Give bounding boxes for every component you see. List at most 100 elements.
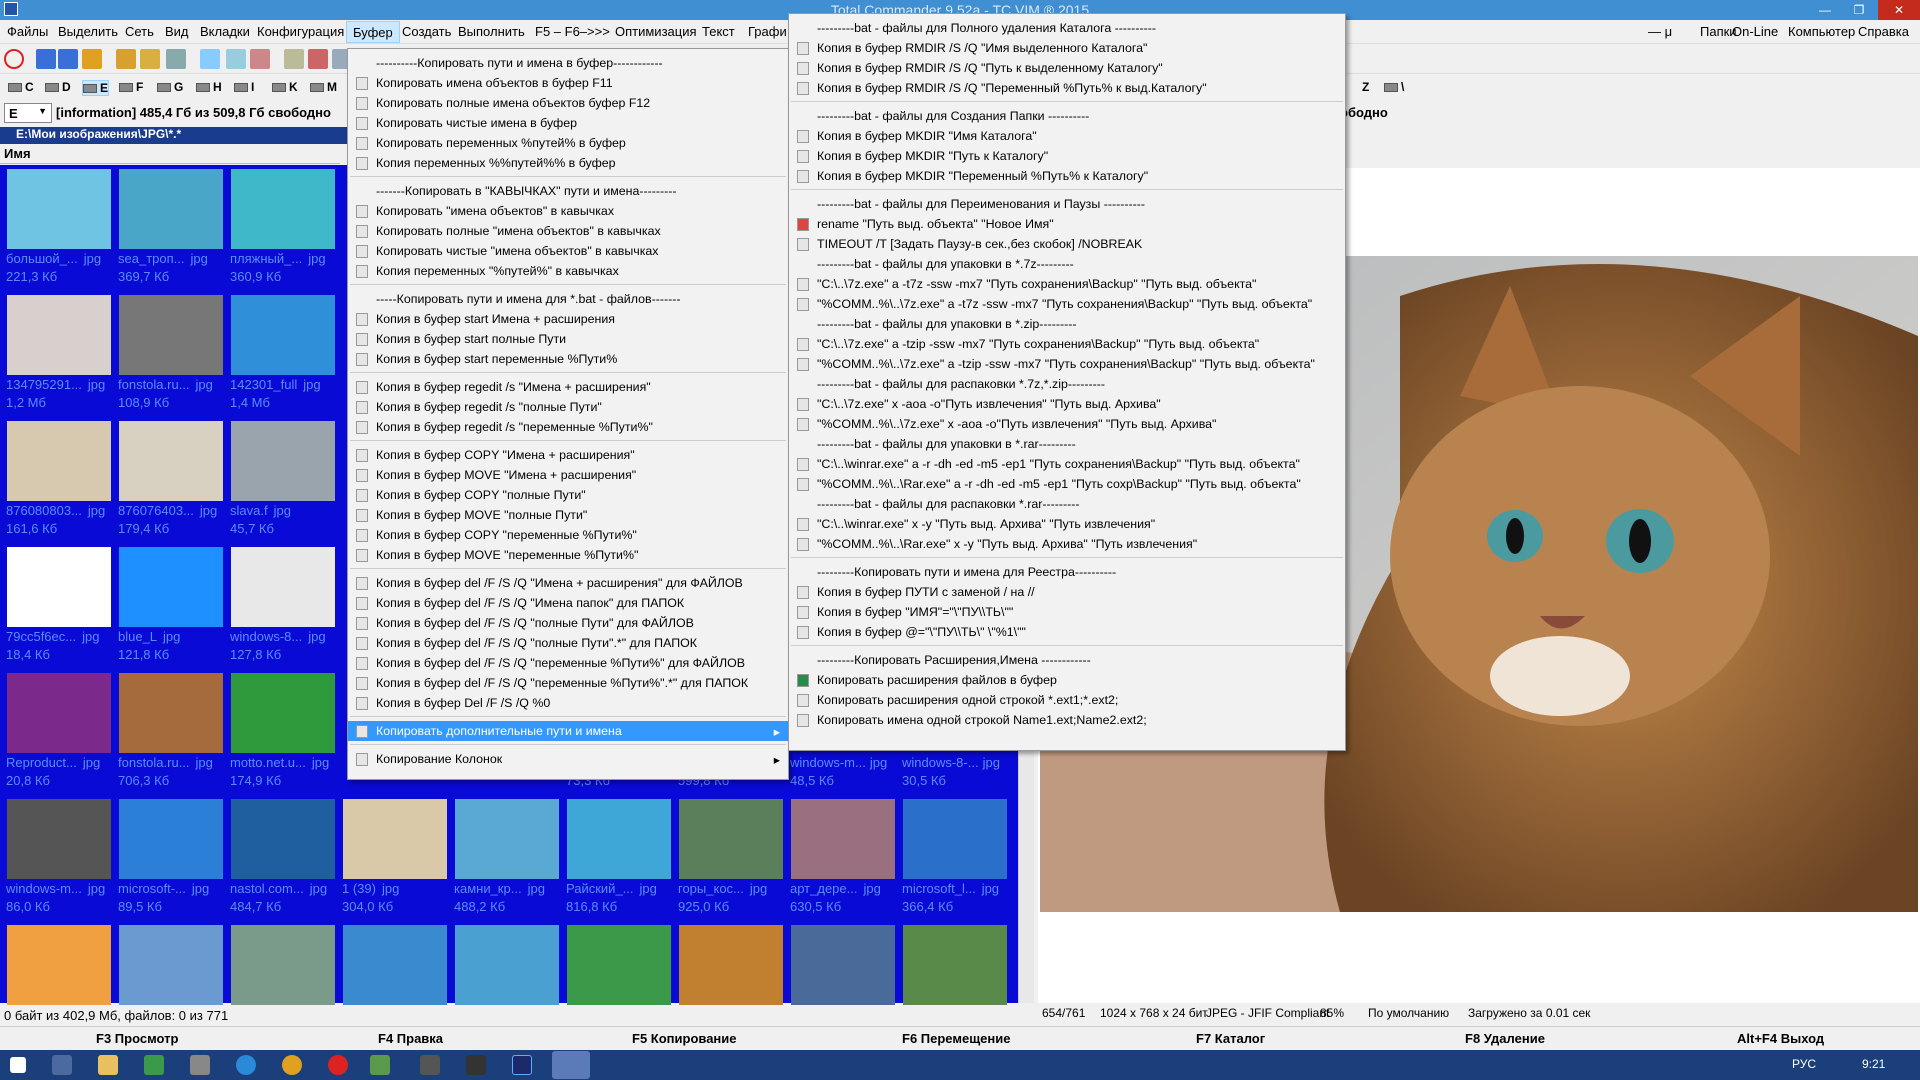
thumbnail-item[interactable]: microsoft-... jpg 89,5 Кб	[112, 795, 224, 915]
menu-item[interactable]: Копия в буфер del /F /S /Q "полные Пути"…	[348, 613, 788, 633]
drive-m[interactable]: M	[310, 80, 337, 94]
menu-graphics[interactable]: Графи	[748, 24, 787, 39]
drive-f[interactable]: F	[119, 80, 143, 94]
thumbnail-item[interactable]: 134795291... jpg 1,2 Мб	[0, 291, 112, 411]
menu-item[interactable]: rename "Путь выд. объекта" "Новое Имя"	[789, 214, 1345, 234]
menu-item[interactable]: Копия в буфер start переменные %Пути%	[348, 349, 788, 369]
menu-item[interactable]: "%COMM..%\..\7z.exe" a -t7z -ssw -mx7 "П…	[789, 294, 1345, 314]
menu-item[interactable]: "C:\..\7z.exe" x -aoa -o"Путь извлечения…	[789, 394, 1345, 414]
minimize-button[interactable]: —	[1808, 0, 1842, 20]
thumbnail-item[interactable]: sea_троп... jpg 369,7 Кб	[112, 165, 224, 285]
thumbnail-item[interactable]: microsoft_l... jpg 366,4 Кб	[896, 795, 1008, 915]
thumbnail-item[interactable]: windows-m... jpg 86,0 Кб	[0, 795, 112, 915]
excel-icon[interactable]	[144, 1055, 164, 1075]
menu-item[interactable]: Копировать расширения файлов в буфер	[789, 670, 1345, 690]
photoshop-icon[interactable]	[512, 1055, 532, 1075]
menu-item[interactable]: Копировать расширения одной строкой *.ex…	[789, 690, 1345, 710]
menu-item[interactable]: "C:\..\7z.exe" a -t7z -ssw -mx7 "Путь со…	[789, 274, 1345, 294]
menu-item[interactable]: Копировать чистые "имена объектов" в кав…	[348, 241, 788, 261]
menu-net[interactable]: Сеть	[125, 24, 154, 39]
drive-h[interactable]: H	[196, 80, 222, 94]
menu-item[interactable]: Копия в буфер RMDIR /S /Q "Путь к выделе…	[789, 58, 1345, 78]
forward-icon[interactable]	[58, 49, 78, 69]
menu-item[interactable]: Копия в буфер MOVE "полные Пути"	[348, 505, 788, 525]
menu-item[interactable]: Копия в буфер ПУТИ с заменой / на //	[789, 582, 1345, 602]
menu-files[interactable]: Файлы	[7, 24, 48, 39]
menu-item[interactable]: "C:\..\7z.exe" a -tzip -ssw -mx7 "Путь с…	[789, 334, 1345, 354]
thumbnail-item[interactable]: Reproduct... jpg 20,8 Кб	[0, 669, 112, 789]
menu-item[interactable]: "%COMM..%\..\7z.exe" x -aoa -o"Путь извл…	[789, 414, 1345, 434]
menu-item[interactable]: "%COMM..%\..\Rar.exe" a -r -dh -ed -m5 -…	[789, 474, 1345, 494]
drive-e[interactable]: E	[82, 80, 110, 96]
menu-item[interactable]: Копия в буфер COPY "переменные %Пути%"	[348, 525, 788, 545]
menu-item[interactable]: Копия в буфер "ИМЯ"="\"ПУ\\ТЬ\""	[789, 602, 1345, 622]
drive-d[interactable]: D	[45, 80, 71, 94]
menu-run[interactable]: Выполнить	[458, 24, 525, 39]
zoom-level[interactable]: 85%	[1320, 1006, 1344, 1020]
menu-tabs[interactable]: Вкладки	[200, 24, 250, 39]
menu-item[interactable]: Копия в буфер Del /F /S /Q %0	[348, 693, 788, 713]
menu-item[interactable]: Копия в буфер del /F /S /Q "переменные %…	[348, 653, 788, 673]
menu-item[interactable]: Копия в буфер regedit /s "Имена + расшир…	[348, 377, 788, 397]
drive-k[interactable]: K	[272, 80, 298, 94]
thumbnail-item[interactable]: арт_дере... jpg 630,5 Кб	[784, 795, 896, 915]
menu-item[interactable]: Копировать чистые имена в буфер	[348, 113, 788, 133]
drive-g[interactable]: G	[157, 80, 183, 94]
menu-item[interactable]: Копия в буфер start Имена + расширения	[348, 309, 788, 329]
submenu-item[interactable]: Копирование Колонок ▸	[348, 749, 788, 769]
menu-create[interactable]: Создать	[402, 24, 451, 39]
menu-item[interactable]: Копия в буфер RMDIR /S /Q "Имя выделенно…	[789, 38, 1345, 58]
back-icon[interactable]	[36, 49, 56, 69]
ie-icon[interactable]	[236, 1055, 256, 1075]
menu-item[interactable]: Копия в буфер del /F /S /Q "Имена папок"…	[348, 593, 788, 613]
thumbnail-item[interactable]: Райский_... jpg 816,8 Кб	[560, 795, 672, 915]
drive-c[interactable]: C	[8, 80, 34, 94]
start-icon[interactable]	[10, 1057, 26, 1073]
language-indicator[interactable]: РУС	[1792, 1057, 1816, 1071]
menu-item[interactable]: Копировать переменных %путей% в буфер	[348, 133, 788, 153]
unpack-icon[interactable]	[140, 49, 160, 69]
thumbnail-item[interactable]: nastol.com... jpg 484,7 Кб	[224, 795, 336, 915]
menu-online[interactable]: On-Line	[1732, 24, 1778, 39]
thumbnail-item[interactable]: windows-8... jpg 127,8 Кб	[224, 543, 336, 663]
drive-combo[interactable]: E ▼	[4, 103, 52, 123]
maximize-button[interactable]: ❐	[1842, 0, 1876, 20]
total-commander-task-icon[interactable]	[552, 1051, 590, 1079]
view-mode[interactable]: По умолчанию	[1368, 1006, 1449, 1020]
menu-item[interactable]: Копия в буфер regedit /s "полные Пути"	[348, 397, 788, 417]
thumbnail-item[interactable]: горы_кос... jpg 925,0 Кб	[672, 795, 784, 915]
menu-text[interactable]: Текст	[702, 24, 735, 39]
menu-item[interactable]: Копировать полные "имена объектов" в кав…	[348, 221, 788, 241]
f7-mkdir-button[interactable]: F7 Каталог	[1196, 1031, 1265, 1046]
menu-mu[interactable]: — μ	[1648, 24, 1672, 39]
sync-icon[interactable]	[284, 49, 304, 69]
menu-item[interactable]: Копия в буфер @="\"ПУ\\ТЬ\" \"%1\""	[789, 622, 1345, 642]
menu-view[interactable]: Вид	[165, 24, 189, 39]
menu-item[interactable]: Копия в буфер MKDIR "Путь к Каталогу"	[789, 146, 1345, 166]
menu-item[interactable]: Копия в буфер COPY "Имена + расширения"	[348, 445, 788, 465]
app-green-icon[interactable]	[370, 1055, 390, 1075]
menu-item[interactable]: Копия в буфер MOVE "переменные %Пути%"	[348, 545, 788, 565]
menu-item[interactable]: Копия в буфер RMDIR /S /Q "Переменный %П…	[789, 78, 1345, 98]
thumbnail-item[interactable]: motto.net.u... jpg 174,9 Кб	[224, 669, 336, 789]
thumbnail-item[interactable]: fonstola.ru... jpg 108,9 Кб	[112, 291, 224, 411]
menu-help[interactable]: Справка	[1858, 24, 1909, 39]
drive-z[interactable]: Z	[1362, 80, 1369, 94]
menu-item[interactable]: Копировать "имена объектов" в кавычках	[348, 201, 788, 221]
menu-item[interactable]: Копия в буфер start полные Пути	[348, 329, 788, 349]
box-icon[interactable]	[190, 1055, 210, 1075]
menu-item[interactable]: Копировать имена объектов в буфер F11	[348, 73, 788, 93]
f5-copy-button[interactable]: F5 Копирование	[632, 1031, 737, 1046]
swap-panels-icon[interactable]	[82, 49, 102, 69]
menu-f5f6[interactable]: F5 – F6–>>>	[535, 24, 610, 39]
menu-item[interactable]: Копия переменных "%путей%" в кавычках	[348, 261, 788, 281]
thumbnail-item[interactable]: 876076403... jpg 179,4 Кб	[112, 417, 224, 537]
menu-item[interactable]: "C:\..\winrar.exe" a -r -dh -ed -m5 -ep1…	[789, 454, 1345, 474]
menu-item[interactable]: Копия в буфер del /F /S /Q "полные Пути"…	[348, 633, 788, 653]
menu-item[interactable]: Копия в буфер del /F /S /Q "Имена + расш…	[348, 573, 788, 593]
thumbnail-item[interactable]: slava.f jpg 45,7 Кб	[224, 417, 336, 537]
refresh-icon[interactable]	[4, 49, 24, 69]
submenu-item[interactable]: Копировать дополнительные пути и имена ▸	[348, 721, 788, 741]
drive-i[interactable]: I	[234, 80, 254, 94]
menu-item[interactable]: TIMEOUT /T [Задать Паузу-в сек.,без скоб…	[789, 234, 1345, 254]
